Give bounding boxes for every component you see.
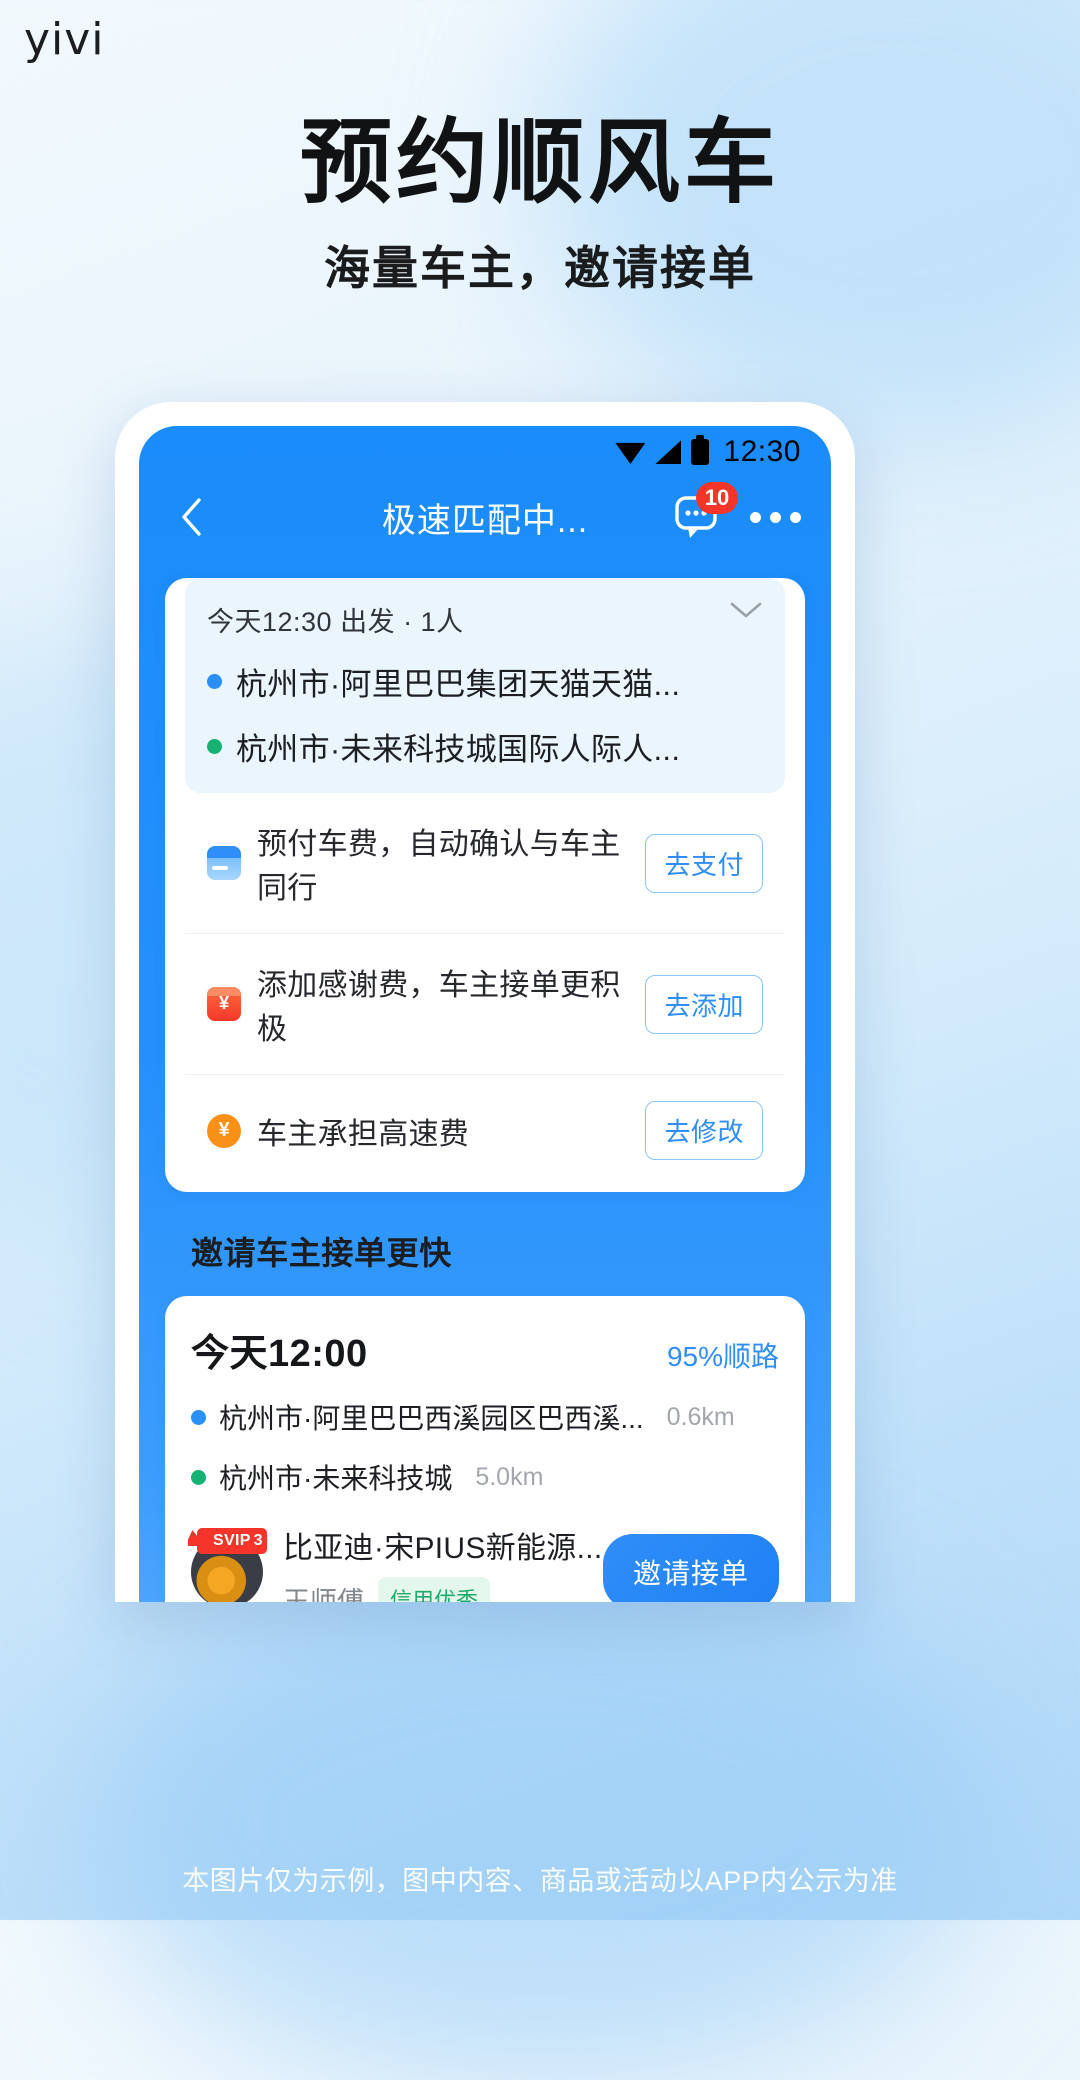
feature-text: 添加感谢费，车主接单更积极 <box>257 969 621 1046</box>
origin-dot-icon <box>191 1409 206 1425</box>
status-bar: 12:30 <box>139 426 831 478</box>
more-dot <box>790 511 801 523</box>
invite-time: 今天12:00 <box>191 1333 368 1375</box>
yuan-coin-icon: ¥ <box>207 1113 241 1148</box>
driver-car: 比亚迪·宋PIUS新能源... <box>283 1532 603 1565</box>
invite-origin-row: 杭州市·阿里巴巴西溪园区巴西溪... 0.6km <box>191 1397 779 1437</box>
invite-section-title: 邀请车主接单更快 <box>191 1235 452 1271</box>
driver-row: SVIP 3 比亚迪·宋PIUS新能源... 王师傅 信用优秀 邀请接单 <box>191 1523 779 1602</box>
svip-level: 3 <box>253 1532 263 1550</box>
trip-summary[interactable]: 今天12:30 出发 · 1人 杭州市·阿里巴巴集团天猫天猫... 杭州市·未来… <box>185 578 785 793</box>
red-packet-icon: ¥ <box>207 987 241 1021</box>
avatar: SVIP 3 <box>191 1528 267 1602</box>
prepay-card-icon <box>207 846 241 880</box>
invite-destination-distance: 5.0km <box>475 1462 544 1491</box>
trip-origin-row: 杭州市·阿里巴巴集团天猫天猫... <box>207 659 763 704</box>
invite-destination-row: 杭州市·未来科技城 5.0km <box>191 1457 779 1497</box>
invite-origin: 杭州市·阿里巴巴西溪园区巴西溪... <box>219 1403 644 1434</box>
destination-dot-icon <box>191 1469 206 1485</box>
disclaimer-text: 本图片仅为示例，图中内容、商品或活动以APP内公示为准 <box>182 1866 898 1896</box>
back-button[interactable] <box>169 495 213 539</box>
feature-row-prepay: 预付车费，自动确认与车主同行 去支付 <box>185 793 785 934</box>
invite-header: 今天12:00 95%顺路 <box>191 1322 779 1377</box>
trip-origin: 杭州市·阿里巴巴集团天猫天猫... <box>236 667 681 702</box>
signal-icon <box>655 440 682 464</box>
page-headline: 预约顺风车 <box>299 112 780 214</box>
go-pay-button[interactable]: 去支付 <box>645 833 763 893</box>
svip-badge: SVIP 3 <box>197 1528 267 1554</box>
phone-screen: 12:30 极速匹配中... 10 今天12:30 出发 · 1人 杭州市·阿里… <box>139 426 831 1602</box>
message-badge: 10 <box>696 482 738 514</box>
invite-destination: 杭州市·未来科技城 <box>219 1463 453 1494</box>
more-button[interactable] <box>750 511 801 523</box>
driver-info: 比亚迪·宋PIUS新能源... 王师傅 信用优秀 <box>283 1523 603 1602</box>
nav-bar: 极速匹配中... 10 <box>139 478 831 556</box>
feature-row-tip: ¥ 添加感谢费，车主接单更积极 去添加 <box>185 934 785 1075</box>
go-add-button[interactable]: 去添加 <box>645 974 763 1034</box>
trip-card: 今天12:30 出发 · 1人 杭州市·阿里巴巴集团天猫天猫... 杭州市·未来… <box>165 578 805 1192</box>
chevron-left-icon <box>182 498 201 536</box>
app-header: 12:30 极速匹配中... 10 今天12:30 出发 · 1人 杭州市·阿里… <box>139 426 831 1602</box>
invite-origin-distance: 0.6km <box>666 1402 735 1431</box>
match-percent: 95%顺路 <box>666 1341 779 1372</box>
status-time: 12:30 <box>723 435 801 468</box>
page-subheadline: 海量车主，邀请接单 <box>324 242 756 294</box>
driver-invite-card[interactable]: 今天12:00 95%顺路 杭州市·阿里巴巴西溪园区巴西溪... 0.6km 杭… <box>165 1296 805 1602</box>
phone-mockup: 12:30 极速匹配中... 10 今天12:30 出发 · 1人 杭州市·阿里… <box>115 402 855 1602</box>
nav-actions: 10 <box>674 482 801 540</box>
destination-dot-icon <box>207 739 222 754</box>
go-modify-button[interactable]: 去修改 <box>645 1101 763 1160</box>
trip-meta: 今天12:30 出发 · 1人 <box>207 607 464 637</box>
trip-destination: 杭州市·未来科技城国际人际人... <box>236 732 681 767</box>
more-dot <box>750 511 761 523</box>
trip-destination-row: 杭州市·未来科技城国际人际人... <box>207 724 763 769</box>
origin-dot-icon <box>207 674 222 689</box>
brand-logo: yivi <box>24 14 105 65</box>
driver-sub: 王师傅 信用优秀 <box>283 1577 603 1602</box>
more-dot <box>770 511 781 523</box>
battery-icon <box>691 435 710 465</box>
credit-badge: 信用优秀 <box>378 1577 491 1602</box>
feature-text: 预付车费，自动确认与车主同行 <box>257 828 621 905</box>
svip-label: SVIP <box>213 1532 251 1549</box>
driver-name: 王师傅 <box>283 1586 364 1603</box>
wifi-icon <box>615 440 645 464</box>
message-button[interactable]: 10 <box>674 482 738 540</box>
feature-row-toll: ¥ 车主承担高速费 去修改 <box>185 1075 785 1186</box>
chevron-down-icon <box>730 602 762 618</box>
feature-text: 车主承担高速费 <box>257 1117 470 1151</box>
expand-toggle[interactable] <box>729 600 763 625</box>
invite-accept-button[interactable]: 邀请接单 <box>602 1534 779 1602</box>
background-blob-bottom <box>90 1560 990 2080</box>
